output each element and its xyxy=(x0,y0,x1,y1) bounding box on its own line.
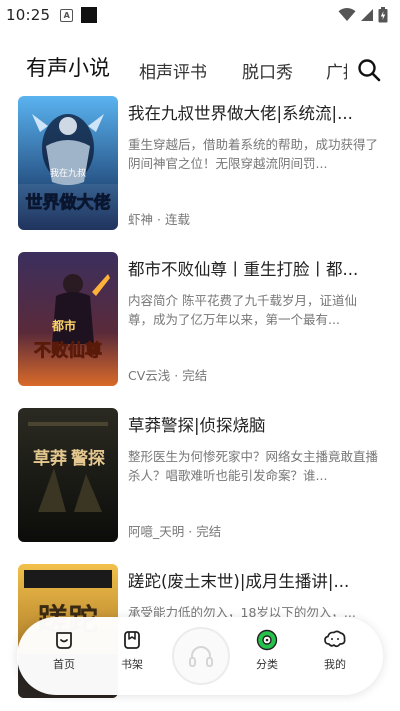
nav-label: 首页 xyxy=(53,658,75,671)
signal-icon xyxy=(361,9,373,21)
nav-home[interactable]: 首页 xyxy=(44,629,84,672)
book-title[interactable]: 草莽警探|侦探烧脑 xyxy=(128,412,382,436)
book-cover[interactable]: 草莽 警探 xyxy=(18,408,118,542)
bottom-navigation: 首页 书架 分类 我的 xyxy=(17,617,383,695)
home-icon xyxy=(56,632,72,649)
meta-separator: · xyxy=(157,212,165,227)
book-meta: 虾神 · 连载 xyxy=(128,209,190,228)
notification-square-icon xyxy=(81,7,98,23)
cover-title-line1: 草莽 xyxy=(33,449,68,469)
headphones-icon xyxy=(189,646,213,667)
profile-icon xyxy=(324,630,346,648)
nav-category[interactable]: 分类 xyxy=(247,629,287,672)
search-icon xyxy=(358,59,381,82)
app-notification-icon: A xyxy=(60,8,74,22)
nav-label: 书架 xyxy=(121,658,143,671)
book-item[interactable]: 我在九叔 世界做大佬 我在九叔世界做大佬|系统流|... 重生穿越后，借助着系统… xyxy=(0,96,400,236)
status-indicators xyxy=(338,7,388,23)
bookshelf-icon xyxy=(124,631,140,649)
book-title[interactable]: 我在九叔世界做大佬|系统流|... xyxy=(128,100,382,124)
book-meta: CV云浅 · 完结 xyxy=(128,365,207,384)
category-icon xyxy=(256,629,278,651)
book-status: 完结 xyxy=(182,368,208,383)
nav-label: 我的 xyxy=(324,658,346,671)
tab-radio-drama[interactable]: 广播剧 xyxy=(326,58,347,83)
battery-icon xyxy=(378,7,388,23)
nav-bookshelf[interactable]: 书架 xyxy=(112,629,152,672)
nav-label: 分类 xyxy=(256,658,278,671)
tab-audio-novel[interactable]: 有声小说 xyxy=(26,52,110,82)
book-title[interactable]: 蹉跎(废土末世)|成月生播讲|... xyxy=(128,568,382,592)
player-button[interactable] xyxy=(172,627,230,685)
wifi-icon xyxy=(338,8,356,21)
book-description: 内容简介 陈平花费了九千载岁月，证道仙尊，成为了亿万年以来，第一个最有... xyxy=(128,293,357,327)
cover-title-line2: 不败仙尊 xyxy=(34,340,102,361)
cover-title-line2: 世界做大佬 xyxy=(26,192,111,213)
book-meta: 阿噫_天明 · 完结 xyxy=(128,521,221,540)
book-cover[interactable]: 我在九叔 世界做大佬 xyxy=(18,96,118,230)
book-description: 重生穿越后，借助着系统的帮助，成功获得了阴间神官之位！无限穿越流阴间罚... xyxy=(128,137,379,171)
status-time: 10:25 xyxy=(6,6,51,24)
meta-separator: · xyxy=(188,524,197,539)
book-item[interactable]: 草莽 警探 草莽警探|侦探烧脑 整形医生为何惨死家中？网络女主播竟敢直播杀人？唱… xyxy=(0,408,400,548)
nav-profile[interactable]: 我的 xyxy=(315,629,355,672)
book-status: 连载 xyxy=(164,212,190,227)
cover-title-line1: 我在九叔 xyxy=(50,167,86,179)
book-author: CV云浅 xyxy=(128,368,171,383)
cover-title-line1: 都市 xyxy=(51,318,76,333)
book-title[interactable]: 都市不败仙尊丨重生打脸丨都... xyxy=(128,256,382,280)
book-author: 阿噫_天明 xyxy=(128,524,185,539)
book-item[interactable]: 都市 不败仙尊 都市不败仙尊丨重生打脸丨都... 内容简介 陈平花费了九千载岁月… xyxy=(0,252,400,392)
category-tab-bar: 有声小说 相声评书 脱口秀 广播剧 xyxy=(0,44,400,92)
book-author: 虾神 xyxy=(128,212,154,227)
book-cover[interactable]: 都市 不败仙尊 xyxy=(18,252,118,386)
search-button[interactable] xyxy=(355,56,383,84)
status-bar: 10:25 A xyxy=(0,0,400,30)
book-status: 完结 xyxy=(196,524,222,539)
cover-title-line2: 警探 xyxy=(70,448,105,469)
tab-crosstalk[interactable]: 相声评书 xyxy=(139,58,207,83)
tab-talk-show[interactable]: 脱口秀 xyxy=(242,58,293,83)
book-description: 整形医生为何惨死家中？网络女主播竟敢直播杀人？唱歌难听也能引发命案？谁... xyxy=(128,449,379,483)
